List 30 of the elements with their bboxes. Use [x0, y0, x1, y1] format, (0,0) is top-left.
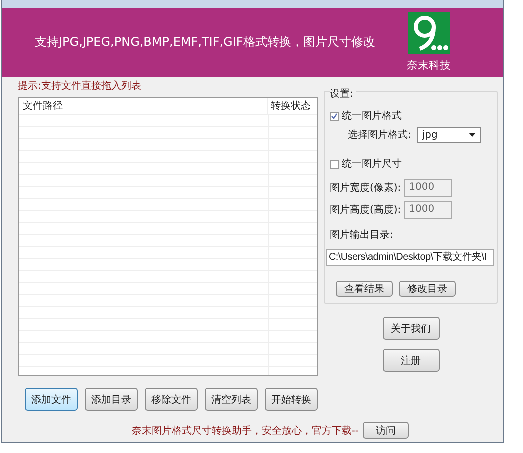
- hint-text: 提示:支持文件直接拖入列表: [18, 80, 142, 93]
- checkbox[interactable]: [330, 160, 339, 168]
- toolbar-button[interactable]: 移除文件: [145, 388, 198, 411]
- group-title: 设置:: [330, 87, 356, 101]
- column-header: 转换状态: [267, 98, 317, 114]
- toolbar-button[interactable]: 开始转换: [265, 388, 318, 411]
- visit-button[interactable]: 访问: [363, 422, 409, 439]
- caret-icon: [469, 133, 476, 137]
- action-button[interactable]: 修改目录: [399, 281, 456, 297]
- action-button[interactable]: 查看结果: [336, 281, 393, 297]
- format-dropdown[interactable]: jpg: [417, 127, 482, 143]
- logo-icon: [408, 12, 450, 54]
- column-header: 文件路径: [22, 100, 64, 113]
- field-label: 选择图片格式:: [348, 128, 412, 142]
- checkbox-label: 统一图片格式: [342, 110, 402, 123]
- field-label: 图片宽度(像素):: [330, 182, 402, 195]
- path-field[interactable]: C:\Users\admin\Desktop\下载文件夹\I: [326, 249, 494, 266]
- action-button[interactable]: 关于我们: [382, 317, 440, 340]
- brand-name: 奈末科技: [407, 58, 451, 73]
- toolbar-button[interactable]: 清空列表: [205, 388, 258, 411]
- field-label: 图片输出目录:: [330, 228, 394, 242]
- checkbox-label: 统一图片尺寸: [342, 158, 402, 171]
- action-button[interactable]: 注册: [382, 349, 440, 372]
- toolbar-button[interactable]: 添加文件: [25, 388, 78, 411]
- banner-text: 支持JPG,JPEG,PNG,BMP,EMF,TIF,GIF格式转换，图片尺寸修改: [35, 34, 376, 51]
- file-list[interactable]: 文件路径 转换状态: [18, 97, 318, 376]
- footer-text: 奈末图片格式尺寸转换助手，安全放心，官方下载--: [132, 424, 359, 438]
- checkbox[interactable]: [330, 112, 339, 120]
- field-label: 图片高度(高度):: [330, 204, 402, 217]
- toolbar-button[interactable]: 添加目录: [85, 388, 138, 411]
